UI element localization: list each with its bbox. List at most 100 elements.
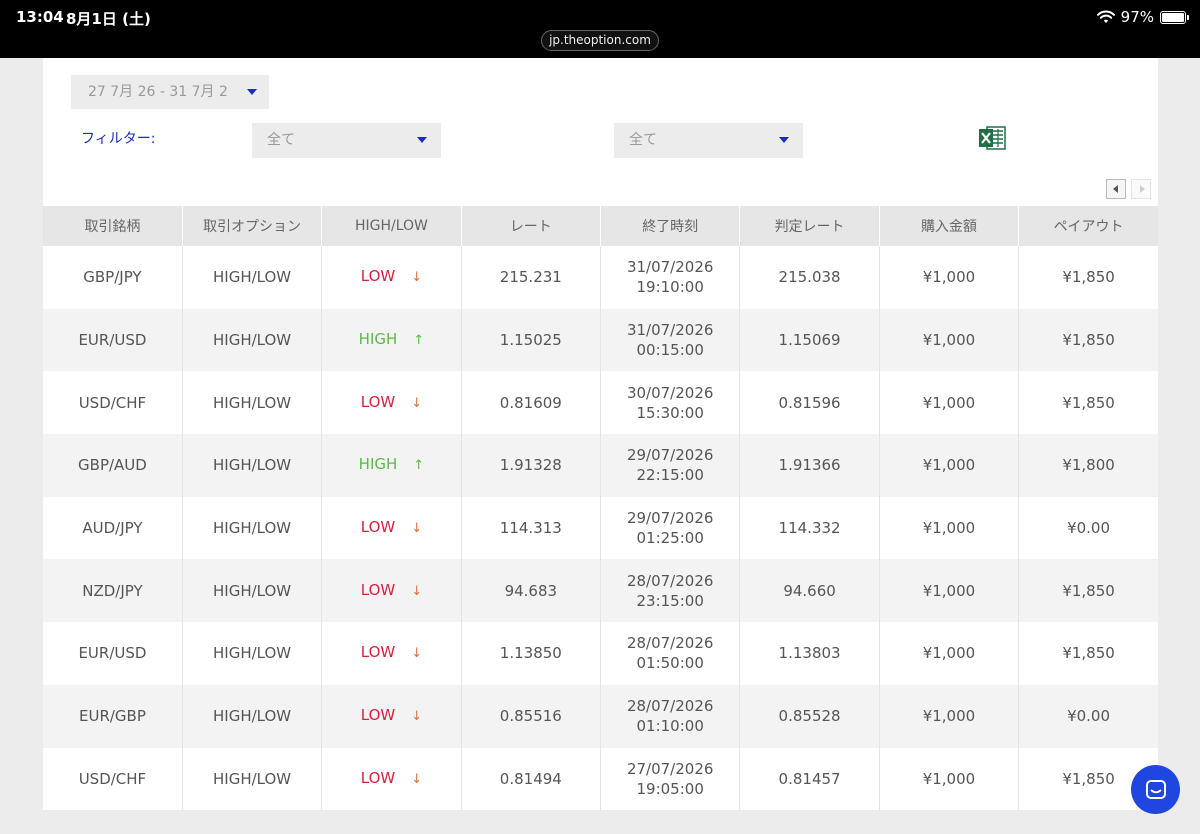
cell-payout: ¥1,850: [1018, 622, 1158, 685]
cell-amount: ¥1,000: [879, 246, 1020, 309]
cell-symbol: AUD/JPY: [43, 496, 183, 560]
cell-direction: HIGH ↑: [321, 308, 462, 372]
header-judge-rate[interactable]: 判定レート: [739, 206, 880, 246]
cell-judge-rate: 0.85528: [739, 684, 880, 748]
cell-amount: ¥1,000: [879, 434, 1020, 497]
table-row[interactable]: EUR/USD HIGH/LOW LOW ↓ 1.13850 28/07/2026 01:5…: [43, 622, 1158, 685]
end-time: 15:30:00: [636, 403, 704, 422]
direction-label: HIGH: [358, 330, 398, 349]
header-symbol[interactable]: 取引銘柄: [43, 206, 183, 246]
end-date: 31/07/2026: [626, 258, 714, 277]
cell-payout: ¥0.00: [1018, 684, 1158, 748]
battery-percent: 97%: [1120, 8, 1154, 26]
header-amount[interactable]: 購入金額: [879, 206, 1020, 246]
filter-select-2[interactable]: 全て: [614, 123, 803, 158]
cell-end-time: 28/07/2026 01:10:00: [600, 684, 741, 748]
table-row[interactable]: GBP/JPY HIGH/LOW LOW ↓ 215.231 31/07/2026 19:1…: [43, 246, 1158, 309]
arrow-up-icon: ↑: [413, 458, 425, 474]
end-date: 29/07/2026: [626, 509, 714, 528]
end-date: 28/07/2026: [626, 634, 714, 653]
direction-label: LOW: [360, 768, 396, 787]
header-rate[interactable]: レート: [461, 206, 602, 246]
cell-amount: ¥1,000: [879, 684, 1020, 748]
cell-option: HIGH/LOW: [182, 559, 323, 623]
status-bar: 13:04 8月1日 (土) 97% jp.theoption.com: [0, 0, 1200, 58]
end-time: 01:25:00: [636, 529, 704, 548]
cell-rate: 1.91328: [461, 434, 602, 497]
cell-direction: LOW ↓: [321, 371, 462, 435]
date-range-picker[interactable]: 27 7月 26 - 31 7月 2: [71, 75, 269, 109]
table-header-row: 取引銘柄 取引オプション HIGH/LOW レート 終了時刻 判定レート 購入金…: [43, 206, 1158, 246]
header-option[interactable]: 取引オプション: [182, 206, 323, 246]
cell-judge-rate: 215.038: [739, 246, 880, 309]
end-date: 29/07/2026: [626, 446, 714, 465]
status-date: 8月1日 (土): [66, 10, 151, 28]
chat-button[interactable]: [1131, 765, 1180, 814]
cell-judge-rate: 1.15069: [739, 308, 880, 372]
table-row[interactable]: USD/CHF HIGH/LOW LOW ↓ 0.81609 30/07/2026 15:3…: [43, 371, 1158, 435]
arrow-down-icon: ↓: [411, 771, 423, 787]
cell-option: HIGH/LOW: [182, 371, 323, 435]
cell-amount: ¥1,000: [879, 308, 1020, 372]
wifi-icon: [1096, 10, 1115, 23]
direction-label: HIGH: [358, 455, 398, 474]
cell-rate: 94.683: [461, 559, 602, 623]
cell-payout: ¥1,850: [1018, 371, 1158, 435]
end-time: 01:50:00: [636, 654, 704, 673]
cell-judge-rate: 0.81596: [739, 371, 880, 435]
arrow-down-icon: ↓: [411, 395, 423, 411]
cell-symbol: GBP/JPY: [43, 246, 183, 309]
scroll-right-button[interactable]: [1131, 179, 1151, 199]
cell-option: HIGH/LOW: [182, 684, 323, 748]
header-payout[interactable]: ペイアウト: [1018, 206, 1158, 246]
trades-table: 取引銘柄 取引オプション HIGH/LOW レート 終了時刻 判定レート 購入金…: [43, 206, 1158, 811]
cell-end-time: 31/07/2026 19:10:00: [600, 246, 741, 309]
trade-history-panel: 27 7月 26 - 31 7月 2 フィルター: 全て 全て 取引銘柄 取引オ…: [43, 58, 1158, 811]
end-time: 19:05:00: [636, 779, 704, 798]
cell-option: HIGH/LOW: [182, 308, 323, 372]
arrow-down-icon: ↓: [411, 521, 423, 537]
date-range-value: 27 7月 26 - 31 7月 2: [88, 84, 228, 100]
cell-rate: 215.231: [461, 246, 602, 309]
cell-payout: ¥1,850: [1018, 559, 1158, 623]
arrow-down-icon: ↓: [411, 709, 423, 725]
end-date: 27/07/2026: [626, 759, 714, 778]
url-bar[interactable]: jp.theoption.com: [541, 30, 659, 51]
cell-direction: LOW ↓: [321, 747, 462, 811]
end-time: 23:15:00: [636, 591, 704, 610]
filter-select-1[interactable]: 全て: [252, 123, 441, 158]
cell-rate: 0.81609: [461, 371, 602, 435]
table-row[interactable]: AUD/JPY HIGH/LOW LOW ↓ 114.313 29/07/2026 01:2…: [43, 496, 1158, 560]
status-right: 97%: [1096, 8, 1189, 26]
table-row[interactable]: EUR/USD HIGH/LOW HIGH ↑ 1.15025 31/07/2026 00:…: [43, 308, 1158, 372]
cell-payout: ¥1,850: [1018, 308, 1158, 372]
cell-rate: 114.313: [461, 496, 602, 560]
end-date: 31/07/2026: [626, 321, 714, 340]
table-row[interactable]: GBP/AUD HIGH/LOW HIGH ↑ 1.91328 29/07/2026 22:…: [43, 434, 1158, 497]
cell-option: HIGH/LOW: [182, 496, 323, 560]
table-row[interactable]: NZD/JPY HIGH/LOW LOW ↓ 94.683 28/07/2026 23:15…: [43, 559, 1158, 623]
header-end-time[interactable]: 終了時刻: [600, 206, 741, 246]
cell-amount: ¥1,000: [879, 371, 1020, 435]
scroll-left-button[interactable]: [1106, 179, 1126, 199]
table-row[interactable]: USD/CHF HIGH/LOW LOW ↓ 0.81494 27/07/2026 19:0…: [43, 747, 1158, 811]
cell-direction: LOW ↓: [321, 622, 462, 685]
cell-judge-rate: 114.332: [739, 496, 880, 560]
cell-direction: LOW ↓: [321, 246, 462, 309]
excel-export-icon[interactable]: [978, 125, 1006, 151]
cell-judge-rate: 94.660: [739, 559, 880, 623]
cell-amount: ¥1,000: [879, 559, 1020, 623]
cell-end-time: 29/07/2026 22:15:00: [600, 434, 741, 497]
cell-end-time: 29/07/2026 01:25:00: [600, 496, 741, 560]
cell-judge-rate: 0.81457: [739, 747, 880, 811]
cell-symbol: GBP/AUD: [43, 434, 183, 497]
cell-judge-rate: 1.91366: [739, 434, 880, 497]
cell-end-time: 31/07/2026 00:15:00: [600, 308, 741, 372]
chat-icon: [1145, 779, 1166, 799]
cell-payout: ¥1,850: [1018, 246, 1158, 309]
cell-judge-rate: 1.13803: [739, 622, 880, 685]
end-time: 22:15:00: [636, 466, 704, 485]
table-row[interactable]: EUR/GBP HIGH/LOW LOW ↓ 0.85516 28/07/2026 01:1…: [43, 684, 1158, 748]
cell-end-time: 27/07/2026 19:05:00: [600, 747, 741, 811]
header-direction[interactable]: HIGH/LOW: [321, 206, 462, 246]
